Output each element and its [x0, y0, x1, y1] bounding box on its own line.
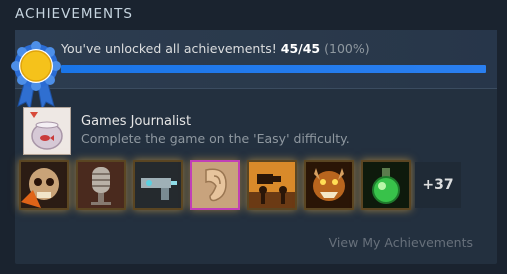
progress-fill: [61, 65, 486, 73]
gun-icon[interactable]: [135, 162, 181, 208]
microphone-icon[interactable]: [78, 162, 124, 208]
unlock-count: 45/45: [280, 41, 321, 56]
section-title: ACHIEVEMENTS: [15, 6, 133, 22]
more-achievements-count[interactable]: +37: [415, 162, 461, 208]
progress-bar: [61, 65, 486, 73]
unlock-message: You've unlocked all achievements!: [61, 41, 277, 56]
ear-icon[interactable]: [192, 162, 238, 208]
featured-achievement-description: Complete the game on the 'Easy' difficul…: [81, 131, 350, 146]
demon-face-icon[interactable]: [306, 162, 352, 208]
achievements-panel: ACHIEVEMENTS You've unlocked all achieve…: [0, 0, 507, 274]
summary-section: You've unlocked all achievements! 45/45 …: [15, 30, 497, 89]
potion-flask-icon[interactable]: [363, 162, 409, 208]
featured-achievement-title: Games Journalist: [81, 114, 192, 129]
achievements-card: You've unlocked all achievements! 45/45 …: [11, 30, 497, 264]
achievement-icons-row: +37: [21, 162, 481, 212]
fishbowl-icon[interactable]: [24, 108, 70, 154]
camera-crew-icon[interactable]: [249, 162, 295, 208]
skull-icon[interactable]: [21, 162, 67, 208]
unlock-percent: (100%): [324, 41, 370, 56]
view-my-achievements-link[interactable]: View My Achievements: [329, 235, 473, 250]
unlock-summary: You've unlocked all achievements! 45/45 …: [61, 41, 370, 56]
